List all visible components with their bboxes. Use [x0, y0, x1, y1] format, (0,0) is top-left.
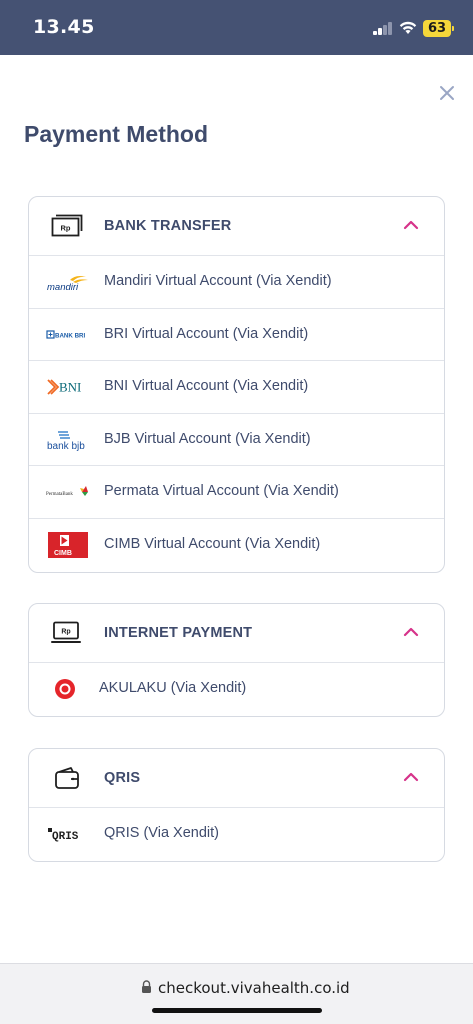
payment-option-label: BNI Virtual Account (Via Xendit) [104, 378, 309, 395]
qris-logo: QRIS [48, 828, 79, 843]
bri-logo-text: BANK BRI [55, 332, 86, 339]
payment-option-mandiri[interactable]: mandiri Mandiri Virtual Account (Via Xen… [29, 256, 444, 309]
wifi-icon [399, 21, 417, 34]
close-icon[interactable] [436, 82, 458, 104]
bank-transfer-header[interactable]: Rp BANK TRANSFER [29, 197, 444, 256]
status-time: 13.45 [33, 16, 95, 38]
payment-option-label: Mandiri Virtual Account (Via Xendit) [104, 273, 332, 289]
bjb-logo-text: bank bjb [47, 441, 85, 452]
bri-logo: BANK BRI [46, 329, 86, 339]
browser-url-bar[interactable]: checkout.vivahealth.co.id [0, 963, 473, 1024]
svg-text:Rp: Rp [61, 224, 71, 233]
url-text: checkout.vivahealth.co.id [158, 979, 350, 997]
bank-transfer-title: BANK TRANSFER [104, 218, 232, 234]
permata-logo: PermataBank [46, 486, 88, 497]
chevron-up-icon[interactable] [403, 626, 419, 638]
internet-payment-title: INTERNET PAYMENT [104, 625, 253, 641]
payment-option-cimb[interactable]: CIMB CIMB Virtual Account (Via Xendit) [29, 519, 444, 572]
payment-option-akulaku[interactable]: AKULAKU (Via Xendit) [29, 663, 444, 716]
cimb-logo-text: CIMB [54, 550, 72, 557]
payment-option-qris[interactable]: QRIS QRIS (Via Xendit) [29, 808, 444, 861]
bjb-logo: bank bjb [47, 431, 85, 452]
payment-option-label: Permata Virtual Account (Via Xendit) [104, 483, 339, 500]
home-indicator [152, 1008, 322, 1013]
permata-logo-text: PermataBank [46, 492, 73, 497]
payment-option-bni[interactable]: BNI BNI Virtual Account (Via Xendit) [29, 361, 444, 414]
qris-title: QRIS [104, 770, 141, 786]
internet-payment-section: Rp INTERNET PAYMENT AKULAKU (Via Xendit) [28, 603, 445, 717]
mandiri-logo-text: mandiri [47, 282, 79, 293]
payment-option-permata[interactable]: PermataBank Permata Virtual Account (Via… [29, 466, 444, 519]
cimb-logo: CIMB [48, 531, 88, 558]
qris-logo-text: QRIS [52, 831, 79, 843]
signal-icon [373, 22, 395, 35]
internet-payment-header[interactable]: Rp INTERNET PAYMENT [29, 604, 444, 663]
internet-payment-icon: Rp [51, 621, 81, 643]
payment-option-label: BJB Virtual Account (Via Xendit) [104, 430, 311, 447]
mandiri-logo: mandiri [47, 276, 88, 293]
lock-icon [142, 980, 151, 993]
bank-transfer-icon: Rp [51, 214, 83, 237]
qris-header[interactable]: QRIS [29, 749, 444, 808]
payment-option-label: BRI Virtual Account (Via Xendit) [104, 325, 309, 342]
bni-logo: BNI [47, 379, 81, 395]
bni-logo-text: BNI [59, 380, 81, 395]
page-title: Payment Method [24, 121, 209, 147]
qris-section: QRIS QRIS QRIS (Via Xendit) [28, 748, 445, 862]
wallet-icon [55, 767, 79, 789]
payment-option-label: QRIS (Via Xendit) [104, 825, 219, 841]
payment-option-label: AKULAKU (Via Xendit) [99, 680, 247, 696]
payment-option-label: CIMB Virtual Account (Via Xendit) [104, 535, 321, 552]
chevron-up-icon[interactable] [403, 771, 419, 783]
svg-text:Rp: Rp [61, 629, 70, 636]
payment-option-bri[interactable]: BANK BRI BRI Virtual Account (Via Xendit… [29, 309, 444, 362]
payment-option-bjb[interactable]: bank bjb BJB Virtual Account (Via Xendit… [29, 414, 444, 467]
akulaku-logo [55, 679, 75, 699]
battery-indicator: 63 [423, 20, 454, 37]
chevron-up-icon[interactable] [403, 219, 419, 231]
bank-transfer-section: Rp BANK TRANSFER mandiri Mandiri Virtual… [28, 196, 445, 573]
status-bar: 13.45 63 [0, 0, 473, 55]
